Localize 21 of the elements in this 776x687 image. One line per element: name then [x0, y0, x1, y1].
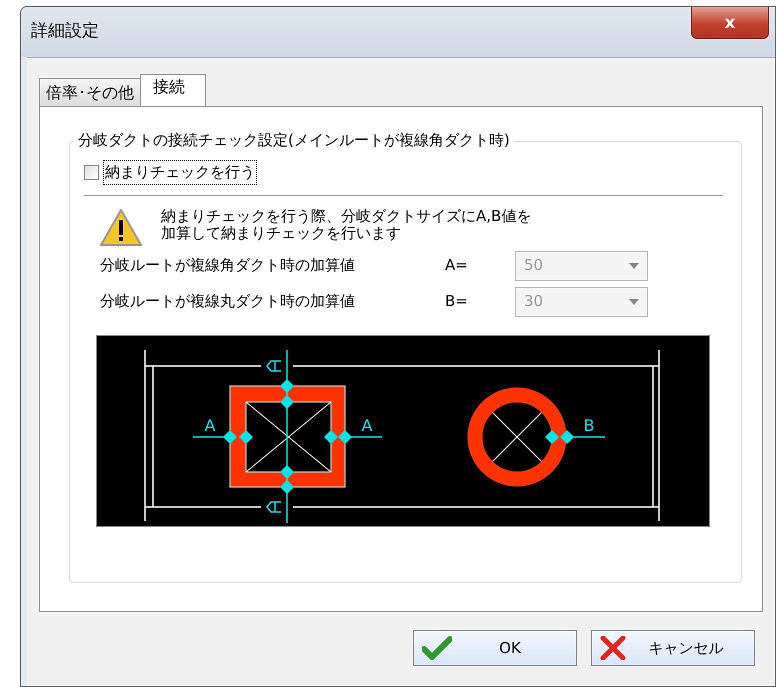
check-icon — [422, 636, 452, 660]
dimension-label: A — [362, 416, 372, 434]
warning-text: 納まりチェックを行う際、分岐ダクトサイズにA,B値を 加算して納まりチェックを行います — [161, 208, 532, 244]
field-label: 分岐ルートが複線角ダクト時の加算値 — [100, 255, 356, 276]
dimension-label: B — [584, 416, 594, 434]
ok-button[interactable]: OK — [413, 630, 577, 666]
field-key: A= — [445, 254, 515, 277]
checkbox-label[interactable]: 納まりチェックを行う — [103, 160, 257, 184]
cancel-button[interactable]: キャンセル — [591, 630, 755, 666]
dimension-label: A — [204, 416, 216, 434]
field-label: 分岐ルートが複線丸ダクト時の加算値 — [100, 291, 356, 312]
caret-icon — [629, 262, 639, 268]
field-key: B= — [445, 290, 515, 313]
close-button[interactable]: x — [691, 7, 769, 39]
tab[interactable]: 倍率･その他 — [39, 78, 141, 106]
checkbox[interactable] — [84, 164, 99, 180]
window-title: 詳細設定 — [31, 20, 99, 44]
close-icon — [600, 636, 626, 660]
warning-icon — [99, 208, 143, 248]
tab[interactable]: 接続 — [140, 74, 206, 106]
caret-icon — [629, 298, 639, 304]
